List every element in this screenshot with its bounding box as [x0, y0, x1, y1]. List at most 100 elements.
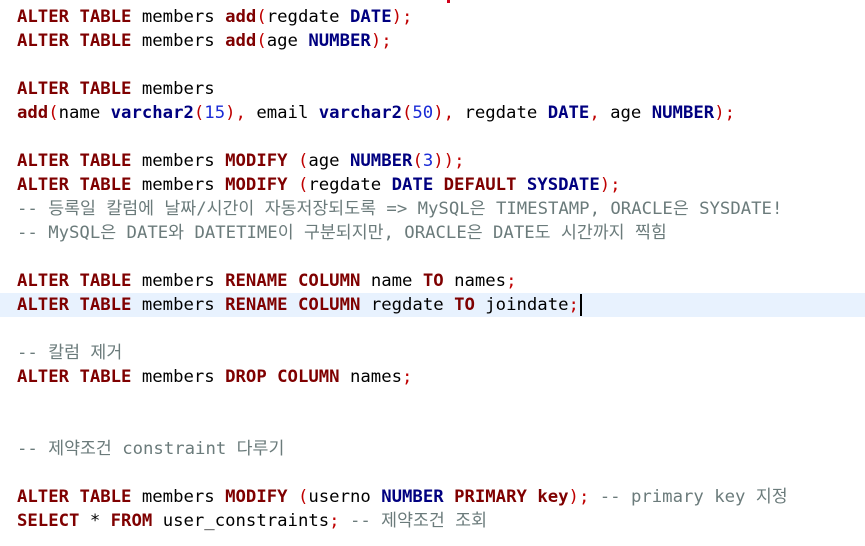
code-token: NUMBER	[651, 103, 715, 123]
code-token: -- 제약조건 조회	[349, 511, 487, 531]
code-token: *	[89, 511, 101, 531]
code-token: MODIFY	[225, 151, 288, 171]
code-token: DEFAULT	[443, 175, 517, 195]
code-token: members	[141, 271, 215, 291]
code-line[interactable]	[0, 53, 865, 77]
code-token: ,	[235, 103, 246, 123]
code-token: -- primary key 지정	[599, 487, 788, 507]
code-token: ALTER	[17, 31, 70, 51]
code-token: userno	[308, 487, 371, 507]
code-line[interactable]: ALTER TABLE members RENAME COLUMN name T…	[0, 269, 865, 293]
code-token: DATE	[547, 103, 590, 123]
code-token: ALTER	[17, 151, 70, 171]
code-line[interactable]: ALTER TABLE members MODIFY (regdate DATE…	[0, 173, 865, 197]
code-line[interactable]: ALTER TABLE members RENAME COLUMN regdat…	[0, 293, 865, 317]
code-token: SYSDATE	[526, 175, 600, 195]
code-token: -- 칼럼 제거	[17, 343, 123, 363]
code-token: (	[256, 31, 267, 51]
code-line[interactable]: ALTER TABLE members MODIFY (userno NUMBE…	[0, 485, 865, 509]
code-line[interactable]	[0, 389, 865, 413]
code-token: 3	[422, 151, 434, 171]
code-token: TO	[422, 271, 444, 291]
code-line[interactable]: -- 등록일 칼럼에 날짜/시간이 자동저장되도록 => MySQL은 TIME…	[0, 197, 865, 221]
code-line[interactable]: add(name varchar2(15), email varchar2(50…	[0, 101, 865, 125]
code-token: members	[141, 295, 215, 315]
code-token: age	[610, 103, 642, 123]
code-token: )	[391, 7, 403, 27]
code-line[interactable]	[0, 461, 865, 485]
code-line[interactable]: -- MySQL은 DATE와 DATETIME이 구분되지만, ORACLE은…	[0, 221, 865, 245]
code-token: TABLE	[79, 79, 132, 99]
code-line[interactable]: ALTER TABLE members MODIFY (age NUMBER(3…	[0, 149, 865, 173]
code-token: )	[225, 103, 236, 123]
code-line[interactable]: -- 제약조건 constraint 다루기	[0, 437, 865, 461]
code-line[interactable]	[0, 125, 865, 149]
code-token: TABLE	[79, 487, 132, 507]
code-token: regdate	[308, 175, 382, 195]
code-token: )	[370, 31, 382, 51]
code-token: -- MySQL은 DATE와 DATETIME이 구분되지만, ORACLE은…	[17, 223, 667, 243]
code-token: RENAME	[225, 295, 288, 315]
code-line[interactable]	[0, 317, 865, 341]
code-line[interactable]: -- 칼럼 제거	[0, 341, 865, 365]
code-line[interactable]: ALTER TABLE members DROP COLUMN names;	[0, 365, 865, 389]
code-line[interactable]	[0, 245, 865, 269]
code-token: ;	[610, 175, 621, 195]
code-token: TABLE	[79, 367, 132, 387]
code-token: )	[433, 151, 444, 171]
change-marker	[447, 0, 450, 3]
code-line[interactable]: ALTER TABLE members add(age NUMBER);	[0, 29, 865, 53]
code-token: varchar2	[318, 103, 402, 123]
code-token: ALTER	[17, 175, 70, 195]
code-token: members	[141, 79, 215, 99]
code-token: NUMBER	[308, 31, 371, 51]
code-token: ALTER	[17, 295, 70, 315]
code-token: joindate	[485, 295, 569, 315]
code-token: )	[599, 175, 611, 195]
code-line[interactable]	[0, 413, 865, 437]
code-token: ;	[568, 295, 579, 315]
code-token: (	[412, 151, 423, 171]
code-token: MODIFY	[225, 175, 288, 195]
code-token: (	[256, 7, 267, 27]
code-token: name	[370, 271, 413, 291]
code-token: COLUMN	[297, 271, 361, 291]
code-line[interactable]: ALTER TABLE members	[0, 77, 865, 101]
code-token: members	[141, 487, 215, 507]
code-token: COLUMN	[277, 367, 340, 387]
code-token: TABLE	[79, 295, 132, 315]
code-token: -- 등록일 칼럼에 날짜/시간이 자동저장되도록 => MySQL은 TIME…	[17, 199, 783, 219]
code-token: add	[17, 103, 49, 123]
code-token: ;	[724, 103, 735, 123]
code-line[interactable]: SELECT * FROM user_constraints; -- 제약조건 …	[0, 509, 865, 533]
code-token: 15	[204, 103, 226, 123]
code-token: (	[297, 151, 309, 171]
code-line[interactable]: ALTER TABLE members add(regdate DATE);	[0, 5, 865, 29]
code-token: varchar2	[110, 103, 194, 123]
code-token: ,	[589, 103, 600, 123]
sql-editor[interactable]: ALTER TABLE members add(regdate DATE); AL…	[0, 0, 865, 546]
code-token: regdate	[266, 7, 340, 27]
code-token: members	[141, 7, 215, 27]
